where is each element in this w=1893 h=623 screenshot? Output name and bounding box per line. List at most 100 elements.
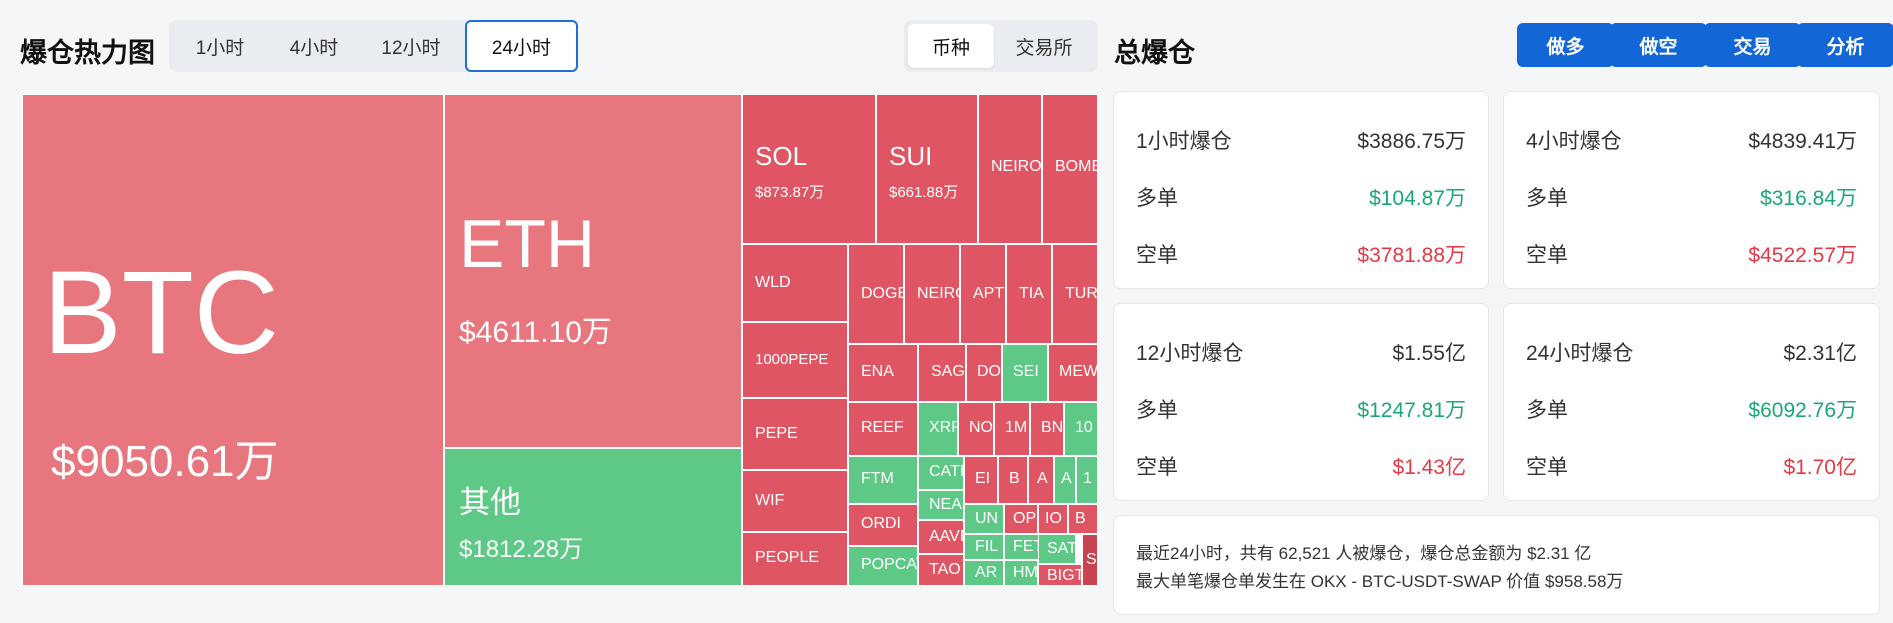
cell-symbol: ETH bbox=[459, 206, 595, 282]
heatmap-cell[interactable]: 1 bbox=[1076, 456, 1098, 504]
cell-symbol: TIA bbox=[1019, 285, 1044, 302]
period-label: 4小时爆仓 bbox=[1526, 130, 1622, 153]
cell-symbol: FTM bbox=[861, 470, 894, 487]
heatmap-cell-other[interactable]: 其他 $1812.28万 bbox=[444, 448, 742, 586]
heatmap-cell[interactable]: WLD bbox=[742, 244, 848, 322]
heatmap-cell[interactable]: NOT bbox=[958, 402, 994, 456]
heatmap-cell[interactable]: A bbox=[1028, 456, 1054, 504]
cell-symbol: AR bbox=[975, 564, 998, 581]
heatmap-cell-sui[interactable]: SUI $661.88万 bbox=[876, 94, 978, 244]
tab-24h[interactable]: 24小时 bbox=[465, 20, 578, 72]
heatmap-cell[interactable]: HM bbox=[1004, 560, 1038, 586]
tab-coin[interactable]: 币种 bbox=[908, 24, 994, 68]
liquidation-summary: 最近24小时，共有 62,521 人被爆仓，爆仓总金额为 $2.31 亿 最大单… bbox=[1113, 515, 1880, 615]
short-button[interactable]: 做空 bbox=[1610, 23, 1707, 67]
stats-card-4h: 4小时爆仓 $4839.41万 多单 $316.84万 空单 $4522.57万 bbox=[1503, 91, 1880, 289]
heatmap-cell[interactable]: 10 bbox=[1064, 402, 1098, 456]
cell-symbol: XRP bbox=[929, 419, 957, 436]
cell-symbol: ORDI bbox=[861, 515, 901, 532]
cell-symbol: SOL bbox=[755, 141, 808, 171]
cell-symbol: DOGE bbox=[861, 285, 904, 302]
tab-4h[interactable]: 4小时 bbox=[271, 20, 357, 72]
heatmap-cell[interactable]: PEPE bbox=[742, 398, 848, 470]
cell-symbol: TURBO bbox=[1065, 285, 1098, 302]
cell-symbol: 1000PEPE bbox=[755, 351, 829, 368]
analyze-button[interactable]: 分析 bbox=[1797, 23, 1893, 67]
heatmap-cell-sol[interactable]: SOL $873.87万 bbox=[742, 94, 876, 244]
heatmap-cell[interactable]: IO bbox=[1038, 504, 1068, 534]
heatmap-cell[interactable]: POPCAT bbox=[848, 546, 918, 586]
heatmap-cell[interactable]: TIA bbox=[1006, 244, 1052, 344]
heatmap-cell[interactable]: MEW bbox=[1048, 344, 1098, 402]
cell-symbol: 1 bbox=[1083, 470, 1092, 487]
heatmap-cell[interactable]: AAVE bbox=[918, 520, 964, 554]
heatmap-cell[interactable]: NEAR bbox=[918, 490, 964, 520]
heatmap-cell[interactable]: SATS bbox=[1038, 534, 1076, 564]
cell-symbol: NEIRO bbox=[991, 158, 1042, 175]
cell-symbol: BNB bbox=[1041, 419, 1064, 436]
heatmap-cell[interactable]: XRP bbox=[918, 402, 958, 456]
cell-symbol: CATI bbox=[929, 463, 964, 480]
cell-symbol: POPCAT bbox=[861, 556, 917, 573]
heatmap-cell[interactable]: 1M bbox=[994, 402, 1030, 456]
cell-symbol: S bbox=[1086, 551, 1097, 568]
heatmap-cell[interactable]: FET bbox=[1004, 534, 1040, 560]
heatmap-cell[interactable]: NEIRO bbox=[978, 94, 1042, 244]
stats-card-24h: 24小时爆仓 $2.31亿 多单 $6092.76万 空单 $1.70亿 bbox=[1503, 303, 1880, 501]
heatmap-cell[interactable]: TAO bbox=[918, 554, 964, 586]
heatmap-cell-eth[interactable]: ETH $4611.10万 bbox=[444, 94, 742, 448]
heatmap-cell[interactable]: DOGE bbox=[848, 244, 904, 344]
heatmap-cell[interactable]: BNB bbox=[1030, 402, 1064, 456]
cell-symbol: FIL bbox=[975, 538, 999, 555]
heatmap-cell[interactable]: ENA bbox=[848, 344, 918, 402]
cell-symbol: DOGS bbox=[977, 363, 1001, 380]
short-label: 空单 bbox=[1526, 456, 1568, 479]
cell-symbol: SEI bbox=[1013, 363, 1039, 380]
trade-button[interactable]: 交易 bbox=[1704, 23, 1801, 67]
heatmap-cell[interactable]: BOME bbox=[1042, 94, 1098, 244]
heatmap-cell-btc[interactable]: BTC $9050.61万 bbox=[22, 94, 444, 586]
heatmap-cell[interactable]: S bbox=[1082, 534, 1098, 586]
heatmap-cell[interactable]: SEI bbox=[1002, 344, 1048, 402]
heatmap-cell[interactable]: PEOPLE bbox=[742, 532, 848, 586]
cell-symbol: NEAR bbox=[929, 496, 963, 513]
stats-card-1h: 1小时爆仓 $3886.75万 多单 $104.87万 空单 $3781.88万 bbox=[1113, 91, 1489, 289]
period-total: $2.31亿 bbox=[1783, 342, 1857, 365]
cell-amount: $4611.10万 bbox=[459, 316, 612, 349]
heatmap-cell[interactable]: A bbox=[1054, 456, 1076, 504]
period-label: 1小时爆仓 bbox=[1136, 130, 1232, 153]
tab-12h[interactable]: 12小时 bbox=[357, 20, 465, 72]
heatmap-cell[interactable]: UN bbox=[964, 504, 1004, 534]
heatmap-cell[interactable]: APT bbox=[960, 244, 1006, 344]
long-button[interactable]: 做多 bbox=[1517, 23, 1614, 67]
heatmap-cell[interactable]: DOGS bbox=[966, 344, 1002, 402]
cell-symbol: IO bbox=[1045, 510, 1062, 527]
heatmap-cell[interactable]: FTM bbox=[848, 456, 918, 504]
heatmap-cell[interactable]: AR bbox=[964, 560, 1004, 586]
heatmap-cell[interactable]: CATI bbox=[918, 456, 964, 490]
cell-symbol: B bbox=[1075, 510, 1086, 527]
tab-1h[interactable]: 1小时 bbox=[169, 20, 271, 72]
heatmap-cell[interactable]: TURBO bbox=[1052, 244, 1098, 344]
cell-symbol: 10 bbox=[1075, 419, 1093, 436]
heatmap-cell[interactable]: 1000PEPE bbox=[742, 322, 848, 398]
summary-line-1: 最近24小时，共有 62,521 人被爆仓，爆仓总金额为 $2.31 亿 bbox=[1136, 544, 1592, 563]
cell-symbol: TAO bbox=[929, 561, 961, 578]
heatmap-cell[interactable]: OP bbox=[1004, 504, 1038, 534]
heatmap-cell[interactable]: WIF bbox=[742, 470, 848, 532]
heatmap-cell[interactable]: ORDI bbox=[848, 504, 918, 546]
cell-symbol: 1M bbox=[1005, 419, 1028, 436]
heatmap-cell[interactable]: NEIRO bbox=[904, 244, 960, 344]
heatmap-cell[interactable]: B bbox=[998, 456, 1028, 504]
cell-amount: $9050.61万 bbox=[51, 437, 279, 486]
heatmap-cell[interactable]: REEF bbox=[848, 402, 918, 456]
tab-exchange[interactable]: 交易所 bbox=[994, 24, 1094, 68]
short-value: $1.70亿 bbox=[1783, 456, 1857, 479]
heatmap-cell[interactable]: BIGT bbox=[1038, 564, 1082, 586]
group-tabs: 币种 交易所 bbox=[904, 20, 1098, 72]
heatmap-cell[interactable]: B bbox=[1068, 504, 1098, 534]
heatmap-cell[interactable]: SAGA bbox=[918, 344, 966, 402]
heatmap-cell[interactable]: EI bbox=[964, 456, 998, 504]
cell-symbol: NEIRO bbox=[917, 285, 959, 302]
heatmap-cell[interactable]: FIL bbox=[964, 534, 1004, 560]
